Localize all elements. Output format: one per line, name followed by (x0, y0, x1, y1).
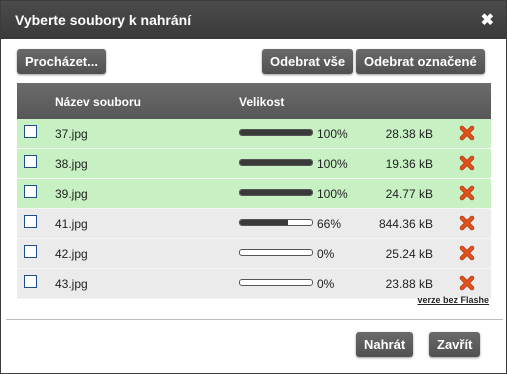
row-checkbox[interactable] (24, 215, 37, 228)
table-row: 38.jpg 100% 19.36 kB (17, 149, 491, 179)
file-name: 38.jpg (55, 157, 88, 171)
file-size: 24.77 kB (385, 187, 433, 201)
progress-percent: 100% (317, 127, 348, 141)
remove-all-button[interactable]: Odebrat vše (262, 49, 354, 74)
progress-bar (239, 219, 313, 226)
file-size: 25.24 kB (385, 247, 433, 261)
browse-button[interactable]: Procházet... (17, 49, 106, 74)
divider (6, 319, 503, 320)
table-row: 39.jpg 100% 24.77 kB (17, 179, 491, 209)
row-checkbox[interactable] (24, 185, 37, 198)
progress-bar (239, 159, 313, 166)
progress-percent: 100% (317, 187, 348, 201)
file-name: 41.jpg (55, 217, 88, 231)
dialog-title: Vyberte soubory k nahrání (15, 12, 192, 28)
progress-bar (239, 279, 313, 286)
delete-x-icon[interactable] (459, 155, 475, 171)
file-size: 19.36 kB (385, 157, 433, 171)
progress-percent: 0% (317, 247, 335, 261)
column-header-name: Název souboru (55, 95, 142, 109)
row-checkbox[interactable] (24, 245, 37, 258)
file-name: 42.jpg (55, 247, 88, 261)
progress-percent: 100% (317, 157, 348, 171)
progress-bar (239, 129, 313, 136)
table-header: Název souboru Velikost (17, 83, 491, 119)
delete-x-icon[interactable] (459, 275, 475, 291)
file-name: 43.jpg (55, 277, 88, 291)
file-table: Název souboru Velikost 37.jpg 100% 28.38 k… (17, 83, 491, 299)
file-size: 23.88 kB (385, 277, 433, 291)
file-name: 39.jpg (55, 187, 88, 201)
dialog-titlebar: Vyberte soubory k nahrání ✖ (1, 1, 506, 39)
progress-fill (240, 160, 312, 165)
delete-x-icon[interactable] (459, 185, 475, 201)
file-name: 37.jpg (55, 127, 88, 141)
row-checkbox[interactable] (24, 275, 37, 288)
delete-x-icon[interactable] (459, 245, 475, 261)
column-header-size: Velikost (239, 95, 285, 109)
file-size: 28.38 kB (385, 127, 433, 141)
progress-fill (240, 190, 312, 195)
upload-button[interactable]: Nahrát (356, 332, 414, 357)
progress-percent: 0% (317, 277, 335, 291)
remove-selected-button[interactable]: Odebrat označené (356, 49, 485, 74)
progress-bar (239, 249, 313, 256)
close-button[interactable]: Zavřít (429, 332, 481, 357)
close-icon[interactable]: ✖ (481, 10, 494, 30)
table-row: 37.jpg 100% 28.38 kB (17, 119, 491, 149)
delete-x-icon[interactable] (459, 215, 475, 231)
upload-dialog: Vyberte soubory k nahrání ✖ Procházet...… (0, 0, 507, 374)
progress-percent: 66% (317, 217, 342, 231)
progress-fill (240, 220, 288, 225)
table-row: 42.jpg 0% 25.24 kB (17, 239, 491, 269)
no-flash-link[interactable]: verze bez Flashe (417, 295, 489, 305)
table-row: 41.jpg 66% 844.36 kB (17, 209, 491, 239)
row-checkbox[interactable] (24, 155, 37, 168)
file-size: 844.36 kB (378, 217, 433, 231)
row-checkbox[interactable] (24, 125, 37, 138)
progress-bar (239, 189, 313, 196)
delete-x-icon[interactable] (459, 125, 475, 141)
progress-fill (240, 130, 312, 135)
